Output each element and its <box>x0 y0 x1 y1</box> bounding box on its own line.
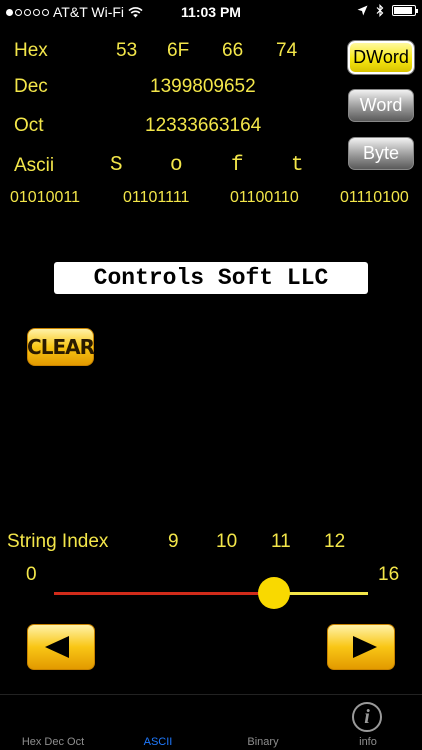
slider-max-label: 16 <box>378 564 400 585</box>
binary-value-2: 01101111 <box>123 189 190 206</box>
dword-button[interactable]: DWord <box>348 41 414 74</box>
string-index-3: 11 <box>271 531 291 552</box>
tab-hex-dec-oct[interactable]: Hex Dec Oct <box>14 736 92 748</box>
info-icon[interactable]: i <box>352 702 382 732</box>
hex-label: Hex <box>14 40 48 61</box>
tab-binary[interactable]: Binary <box>235 736 291 748</box>
binary-value-4: 01110100 <box>340 189 409 206</box>
previous-button[interactable] <box>27 624 95 670</box>
status-right <box>357 4 418 17</box>
string-index-1: 9 <box>168 531 179 552</box>
status-bar: AT&T Wi-Fi 11:03 PM <box>0 0 422 24</box>
hex-value-1: 53 <box>116 40 138 61</box>
location-arrow-icon <box>357 5 368 16</box>
binary-value-1: 01010011 <box>10 189 80 206</box>
slider-track-filled[interactable] <box>54 592 274 595</box>
string-index-label: String Index <box>7 531 109 552</box>
tab-info[interactable]: info <box>345 736 391 748</box>
ascii-char-1: S <box>110 154 123 177</box>
ascii-char-3: f <box>231 154 244 177</box>
app-root: AT&T Wi-Fi 11:03 PM Hex 53 6F 66 74 Dec … <box>0 0 422 750</box>
byte-button[interactable]: Byte <box>348 137 414 170</box>
string-index-slider-thumb[interactable] <box>257 577 290 609</box>
word-button[interactable]: Word <box>348 89 414 122</box>
battery-icon <box>392 5 418 16</box>
left-arrow-icon <box>45 636 69 658</box>
string-index-2: 10 <box>216 531 238 552</box>
tab-ascii[interactable]: ASCII <box>130 736 186 748</box>
string-index-4: 12 <box>324 531 346 552</box>
clear-button[interactable]: CLEAR <box>27 328 95 366</box>
ascii-label: Ascii <box>14 155 55 176</box>
right-arrow-icon <box>353 636 377 658</box>
dec-label: Dec <box>14 76 48 97</box>
binary-value-3: 01100110 <box>230 189 299 206</box>
slider-min-label: 0 <box>26 564 37 585</box>
ascii-char-4: t <box>291 154 304 177</box>
ascii-char-2: o <box>170 154 183 177</box>
next-button[interactable] <box>327 624 395 670</box>
oct-value: 12333663164 <box>145 115 262 136</box>
hex-value-4: 74 <box>276 40 298 61</box>
hex-value-3: 66 <box>222 40 244 61</box>
bluetooth-icon <box>376 4 384 17</box>
oct-label: Oct <box>14 115 44 136</box>
company-banner: Controls Soft LLC <box>54 262 368 294</box>
hex-value-2: 6F <box>167 40 190 61</box>
dec-value: 1399809652 <box>150 76 256 97</box>
